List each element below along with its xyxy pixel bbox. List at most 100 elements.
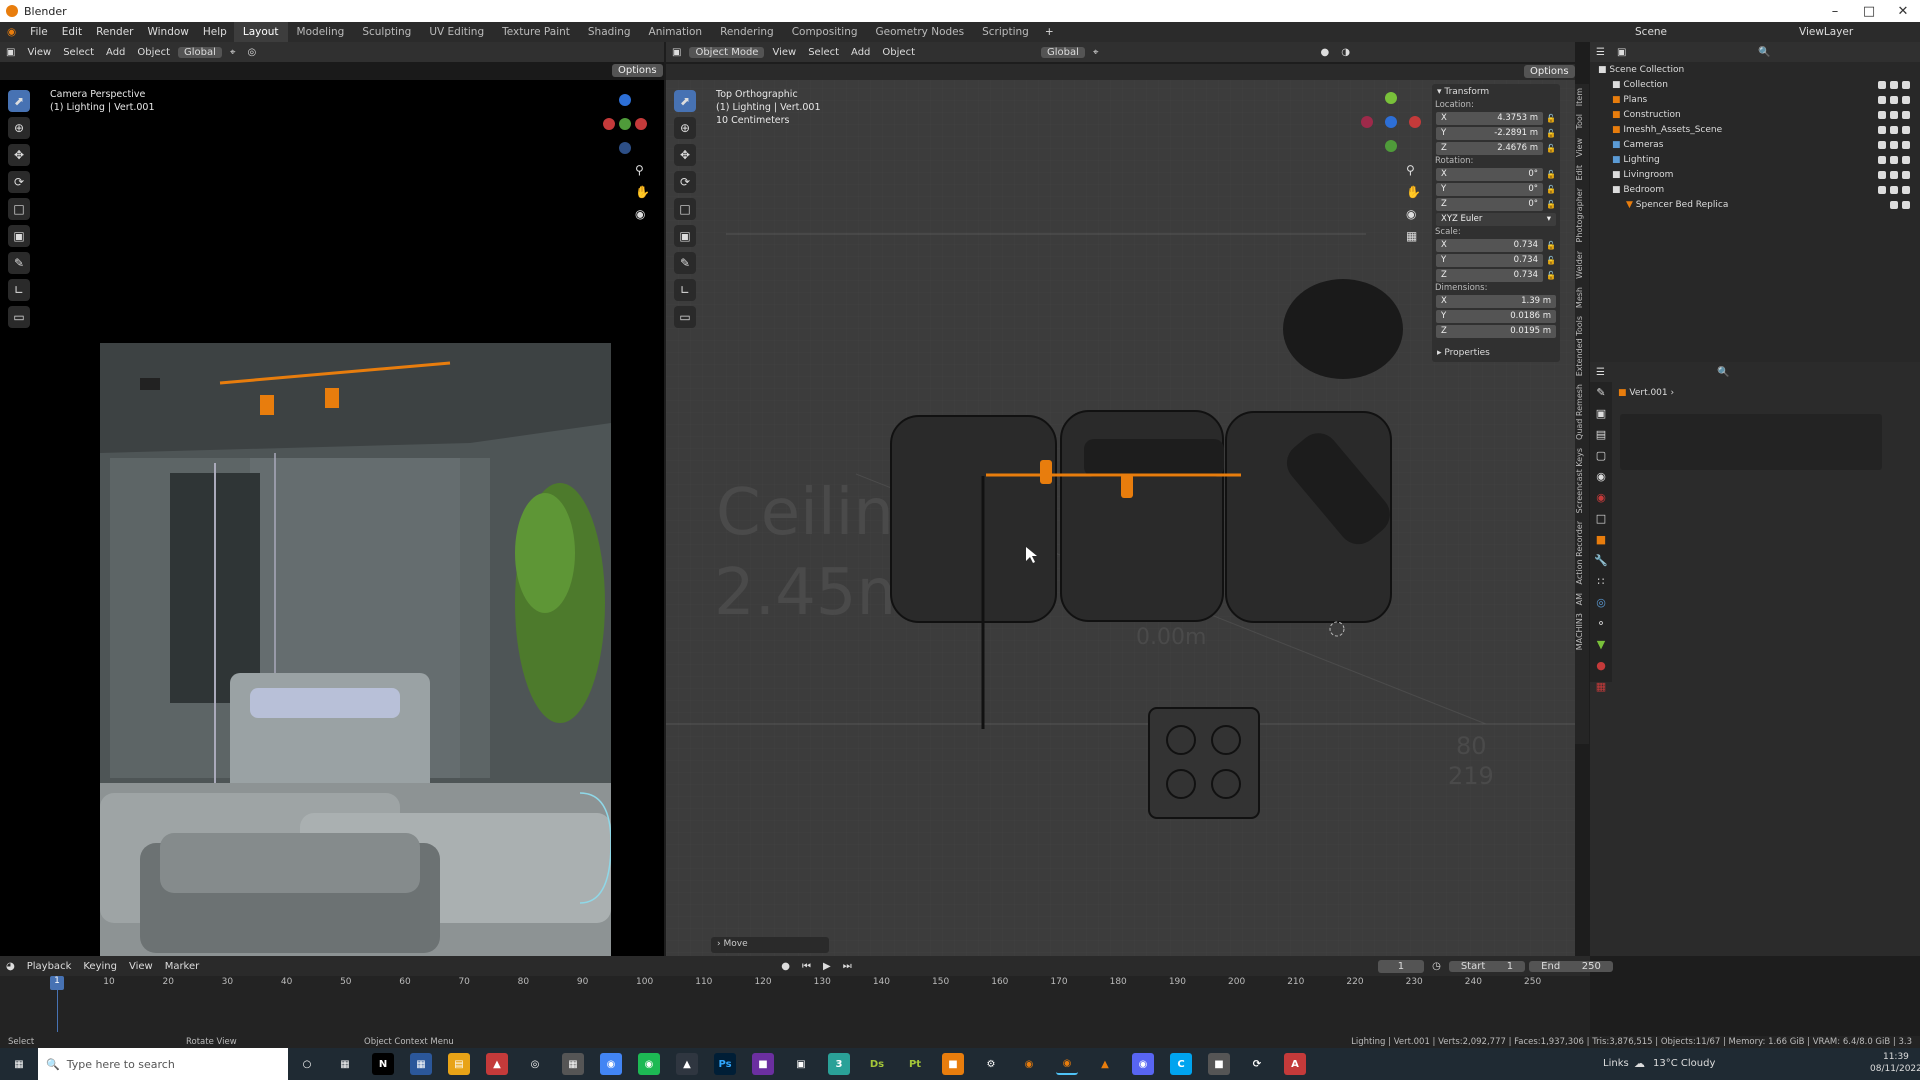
menu-edit[interactable]: Edit xyxy=(55,26,89,38)
right-snap-icon[interactable]: ⌖ xyxy=(1087,47,1105,58)
r-rotate-tool-icon[interactable]: ⟳ xyxy=(674,171,696,193)
shading-solid-icon[interactable]: ● xyxy=(1315,47,1336,58)
right-menu-add[interactable]: Add xyxy=(845,47,876,58)
add-workspace-icon[interactable]: + xyxy=(1038,26,1061,38)
record-icon[interactable]: ● xyxy=(775,961,796,972)
rotation-y-field[interactable]: Y 0° xyxy=(1436,182,1543,196)
outliner-row-collection[interactable]: ■ Collection xyxy=(1590,77,1920,92)
constraints-tab-icon[interactable]: ⚬ xyxy=(1590,613,1612,634)
select-box-tool-icon[interactable]: ⬈ xyxy=(8,90,30,112)
app-c-icon[interactable]: C xyxy=(1170,1053,1192,1075)
outliner-row-spencer-bed[interactable]: ▼ Spencer Bed Replica xyxy=(1590,197,1920,212)
chevron-right-icon[interactable]: ▸ xyxy=(1437,348,1444,358)
transform-tool-icon[interactable]: ▣ xyxy=(8,225,30,247)
acrobat-icon[interactable]: A xyxy=(1284,1053,1306,1075)
current-frame-field[interactable]: 1 xyxy=(1377,959,1425,973)
outliner-row-construction[interactable]: ■ Construction xyxy=(1590,107,1920,122)
sidetab-item[interactable]: Item xyxy=(1575,84,1584,110)
weather-icon[interactable]: ☁ xyxy=(1634,1057,1645,1070)
timeline-playback-menu[interactable]: Playback xyxy=(21,961,78,972)
world-tab-icon[interactable]: ◉ xyxy=(1590,487,1612,508)
camera-viewport[interactable]: Camera Perspective (1) Lighting | Vert.0… xyxy=(0,80,664,956)
lock-icon[interactable]: 🔓 xyxy=(1546,256,1556,265)
blender-menu-icon[interactable]: ◉ xyxy=(0,26,23,38)
scene-selector[interactable]: Scene xyxy=(1628,26,1674,38)
timeline-view-menu[interactable]: View xyxy=(123,961,159,972)
menu-render[interactable]: Render xyxy=(89,26,140,38)
dimensions-y-field[interactable]: Y 0.0186 m xyxy=(1436,309,1556,323)
move-tool-icon[interactable]: ✥ xyxy=(8,144,30,166)
windows-start-icon[interactable]: ▦ xyxy=(8,1053,30,1075)
physics-tab-icon[interactable]: ◎ xyxy=(1590,592,1612,613)
rotate-tool-icon[interactable]: ⟳ xyxy=(8,171,30,193)
play-icon[interactable]: ▶ xyxy=(817,961,837,972)
editor-type-icon[interactable]: ▣ xyxy=(0,47,21,58)
right-options-dropdown[interactable]: Options xyxy=(1524,65,1575,78)
left-navigation-gizmo[interactable]: ⚲ ✋ ◉ xyxy=(595,86,655,226)
tab-compositing[interactable]: Compositing xyxy=(783,22,867,42)
tab-layout[interactable]: Layout xyxy=(233,22,288,42)
tab-geometry-nodes[interactable]: Geometry Nodes xyxy=(867,22,974,42)
sidetab-tool[interactable]: Tool xyxy=(1575,110,1584,134)
properties-list[interactable] xyxy=(1620,414,1882,470)
lock-icon[interactable]: 🔓 xyxy=(1546,241,1556,250)
lock-icon[interactable]: 🔓 xyxy=(1546,200,1556,209)
outliner-row-bedroom[interactable]: ■ Bedroom xyxy=(1590,182,1920,197)
location-x-field[interactable]: X 4.3753 m xyxy=(1436,111,1543,125)
properties-subpanel[interactable]: Properties xyxy=(1444,348,1489,358)
start-frame-field[interactable]: Start 1 xyxy=(1448,960,1526,972)
menu-help[interactable]: Help xyxy=(196,26,234,38)
outliner-row-cameras[interactable]: ■ Cameras xyxy=(1590,137,1920,152)
rotation-mode-dropdown[interactable]: XYZ Euler ▾ xyxy=(1436,212,1556,226)
chrome-icon[interactable]: ◉ xyxy=(600,1053,622,1075)
cortana-icon[interactable]: ○ xyxy=(296,1053,318,1075)
outliner-row-imeshh[interactable]: ■ Imeshh_Assets_Scene xyxy=(1590,122,1920,137)
substance-painter-icon[interactable]: Pt xyxy=(904,1053,926,1075)
sidetab-mesh[interactable]: Mesh xyxy=(1575,283,1584,312)
tab-texture-paint[interactable]: Texture Paint xyxy=(493,22,579,42)
sidetab-view[interactable]: View xyxy=(1575,134,1584,161)
left-menu-object[interactable]: Object xyxy=(131,47,176,58)
rotation-x-field[interactable]: X 0° xyxy=(1436,167,1543,181)
app-cube-icon[interactable]: ▣ xyxy=(790,1053,812,1075)
vlc-icon[interactable]: ▲ xyxy=(1094,1053,1116,1075)
tab-uv-editing[interactable]: UV Editing xyxy=(420,22,493,42)
blender-active-taskbar-icon[interactable]: ◉ xyxy=(1056,1053,1078,1075)
r-add-cube-tool-icon[interactable]: ▭ xyxy=(674,306,696,328)
lock-icon[interactable]: 🔓 xyxy=(1546,170,1556,179)
minimize-button[interactable]: – xyxy=(1818,0,1852,22)
app-box-icon[interactable]: ■ xyxy=(942,1053,964,1075)
object-tab-icon[interactable]: ■ xyxy=(1590,529,1612,550)
app-gear-icon[interactable]: ⚙ xyxy=(980,1053,1002,1075)
output-tab-icon[interactable]: ▤ xyxy=(1590,424,1612,445)
scale-z-field[interactable]: Z 0.734 xyxy=(1436,268,1543,282)
close-button[interactable]: ✕ xyxy=(1886,0,1920,22)
scene-tab-icon[interactable]: ◉ xyxy=(1590,466,1612,487)
app-red-icon[interactable]: ▲ xyxy=(486,1053,508,1075)
app-dark-icon[interactable]: ▲ xyxy=(676,1053,698,1075)
photoshop-icon[interactable]: Ps xyxy=(714,1053,736,1075)
tab-rendering[interactable]: Rendering xyxy=(711,22,783,42)
r-transform-tool-icon[interactable]: ▣ xyxy=(674,225,696,247)
jump-start-icon[interactable]: ⏮ xyxy=(796,961,817,972)
lock-icon[interactable]: 🔓 xyxy=(1546,114,1556,123)
sidetab-welder[interactable]: Welder xyxy=(1575,247,1584,283)
task-view-icon[interactable]: ▦ xyxy=(334,1053,356,1075)
lock-icon[interactable]: 🔓 xyxy=(1546,271,1556,280)
outliner-display-mode-icon[interactable]: ▣ xyxy=(1611,47,1632,58)
sidetab-edit[interactable]: Edit xyxy=(1575,161,1584,185)
timeline-marker-menu[interactable]: Marker xyxy=(159,961,206,972)
menu-window[interactable]: Window xyxy=(140,26,195,38)
viewlayer-selector[interactable]: ViewLayer xyxy=(1792,26,1860,38)
render-tab-icon[interactable]: ▣ xyxy=(1590,403,1612,424)
tab-modeling[interactable]: Modeling xyxy=(288,22,354,42)
r-cursor-tool-icon[interactable]: ⊕ xyxy=(674,117,696,139)
tab-shading[interactable]: Shading xyxy=(579,22,640,42)
measure-tool-icon[interactable]: ∟ xyxy=(8,279,30,301)
timeline-ruler[interactable]: 10 20 30 40 50 60 70 80 90 100 110 120 130 140 150 160 1… xyxy=(0,976,1590,990)
maximize-button[interactable]: □ xyxy=(1852,0,1886,22)
location-y-field[interactable]: Y -2.2891 m xyxy=(1436,126,1543,140)
r-annotate-tool-icon[interactable]: ✎ xyxy=(674,252,696,274)
app-purple-icon[interactable]: ■ xyxy=(752,1053,774,1075)
sidetab-action-recorder[interactable]: Action Recorder xyxy=(1575,517,1584,588)
